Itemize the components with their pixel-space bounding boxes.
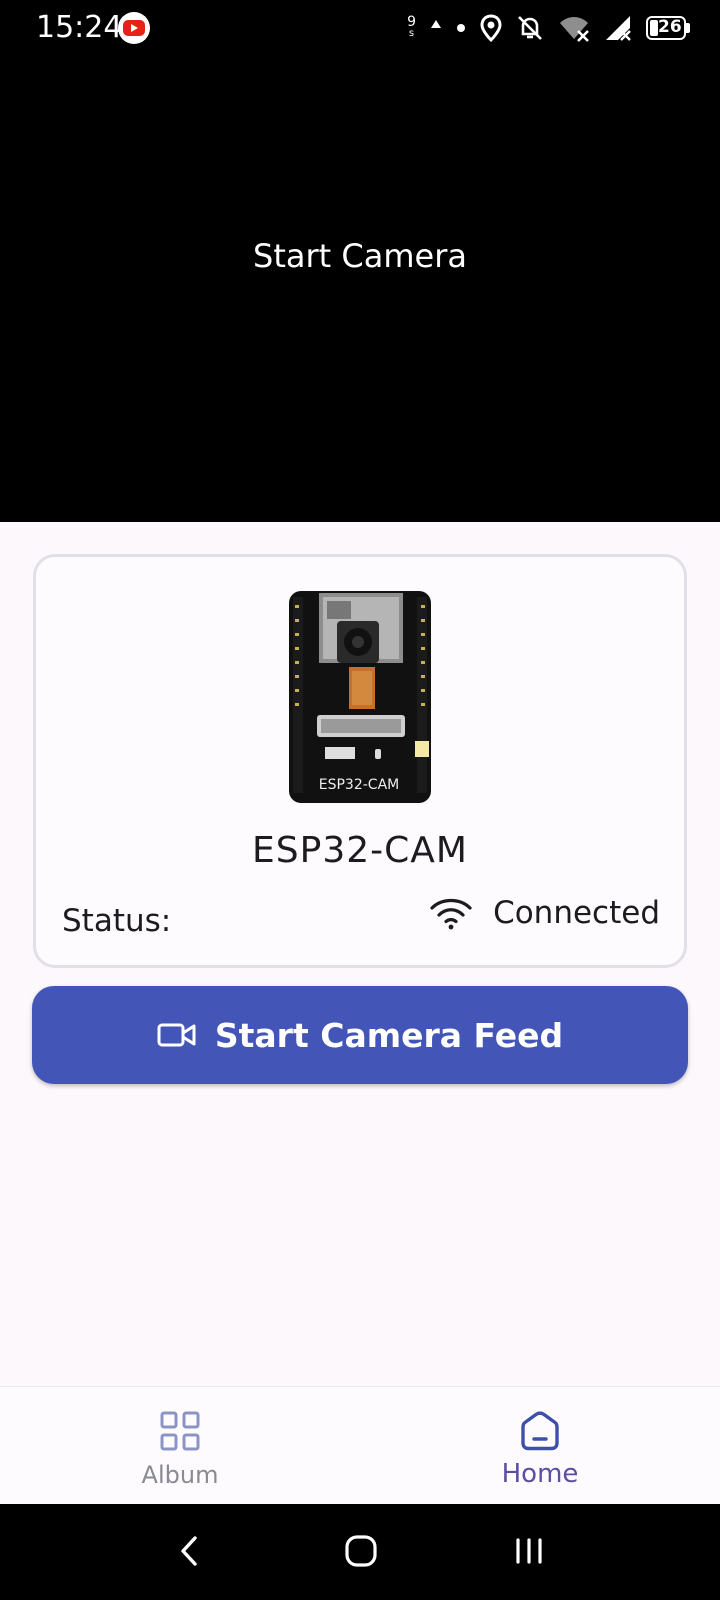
nav-item-home[interactable]: Home — [430, 1387, 650, 1505]
youtube-notification-icon — [118, 12, 150, 44]
dot-icon — [457, 24, 465, 32]
data-speed-indicator: 9 s — [407, 14, 416, 39]
home-circle-icon[interactable] — [344, 1534, 378, 1568]
status-time: 15:24 — [36, 10, 123, 45]
esp32-cam-board-image: ESP32-CAM — [289, 591, 431, 803]
system-navigation-bar — [0, 1504, 720, 1600]
cell-signal-x-icon — [606, 16, 631, 41]
status-value: Connected — [493, 895, 660, 931]
start-camera-feed-button[interactable]: Start Camera Feed — [32, 986, 688, 1084]
recents-icon[interactable] — [514, 1534, 544, 1568]
board-silkscreen-text: ESP32-CAM — [319, 777, 399, 793]
back-icon[interactable] — [176, 1534, 202, 1568]
nav-item-album[interactable]: Album — [70, 1387, 290, 1505]
device-name: ESP32-CAM — [252, 830, 468, 871]
start-camera-feed-label: Start Camera Feed — [214, 1015, 564, 1055]
camera-placeholder-text: Start Camera — [253, 237, 467, 275]
data-activity-icon — [431, 20, 441, 28]
video-camera-icon — [157, 1023, 196, 1047]
nav-label-home: Home — [501, 1459, 579, 1489]
grid-icon — [160, 1411, 200, 1451]
location-icon — [480, 14, 502, 42]
home-icon — [521, 1411, 559, 1451]
status-label: Status: — [62, 903, 172, 939]
bottom-navigation: Album Home — [0, 1386, 720, 1504]
nav-label-album: Album — [141, 1461, 219, 1489]
battery-icon: 26 — [646, 16, 690, 40]
device-card: ESP32-CAM ESP32-CAM Status: Connected — [33, 554, 687, 968]
bell-off-icon — [518, 16, 542, 40]
status-bar: 15:24 9 s 26 — [0, 0, 720, 56]
status-icons: 9 s 26 — [407, 12, 690, 44]
camera-preview[interactable]: Start Camera — [0, 56, 720, 522]
connection-status: Connected — [429, 895, 660, 931]
wifi-x-icon — [560, 17, 589, 42]
wifi-icon — [430, 898, 472, 930]
